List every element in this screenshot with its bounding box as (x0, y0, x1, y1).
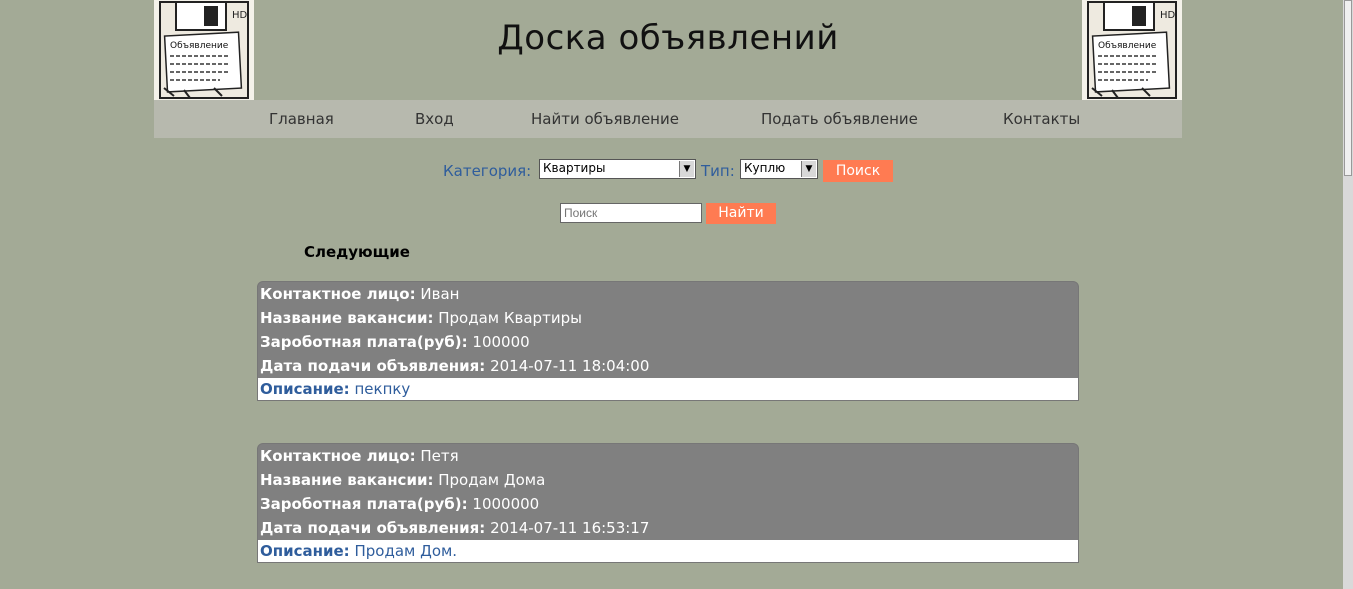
nav-post-ad[interactable]: Подать объявление (761, 110, 918, 128)
type-label: Тип: (701, 162, 735, 180)
floppy-logo-icon: HD Объявление (1087, 1, 1177, 99)
nav-login[interactable]: Вход (415, 110, 454, 128)
listing-date-row: Дата подачи объявления: 2014-07-11 16:53… (260, 519, 650, 537)
listing-card: Контактное лицо: Иван Название вакансии:… (257, 281, 1079, 401)
nav-home[interactable]: Главная (269, 110, 334, 128)
listing-salary-row: Зароботная плата(руб): 1000000 (260, 495, 540, 513)
listing-date-row: Дата подачи объявления: 2014-07-11 18:04… (260, 357, 650, 375)
listing-card: Контактное лицо: Петя Название вакансии:… (257, 443, 1079, 563)
category-select[interactable]: Квартиры ▼ (539, 159, 696, 179)
listing-title-row: Название вакансии: Продам Дома (260, 471, 546, 489)
listing-contact-row: Контактное лицо: Иван (260, 285, 460, 303)
search-input[interactable] (560, 203, 702, 223)
logo-right: HD Объявление (1082, 0, 1182, 100)
listing-salary-row: Зароботная плата(руб): 100000 (260, 333, 530, 351)
nav-contacts[interactable]: Контакты (1003, 110, 1080, 128)
svg-text:Объявление: Объявление (1098, 41, 1157, 51)
find-button[interactable]: Найти (706, 203, 776, 224)
listing-title-row: Название вакансии: Продам Квартиры (260, 309, 582, 327)
chevron-down-icon: ▼ (801, 161, 816, 177)
svg-text:HD: HD (1160, 10, 1176, 21)
main-nav: Главная Вход Найти объявление Подать объ… (154, 100, 1182, 138)
vertical-scrollbar[interactable] (1343, 0, 1353, 589)
nav-find-ad[interactable]: Найти объявление (531, 110, 679, 128)
scrollbar-thumb[interactable] (1344, 0, 1352, 176)
page-container: HD Объявление Доска объявлений HD Объявл… (154, 0, 1182, 589)
next-label: Следующие (304, 243, 410, 261)
page-title: Доска объявлений (497, 18, 839, 58)
listing-description-row: Описание: пекпку (258, 378, 1078, 400)
filter-search-button[interactable]: Поиск (823, 160, 893, 182)
svg-text:HD: HD (232, 10, 248, 21)
filter-bar: Категория: Квартиры ▼ Тип: Куплю ▼ Поиск (154, 159, 1182, 183)
svg-text:Объявление: Объявление (170, 41, 229, 51)
type-select-value: Куплю (744, 161, 786, 175)
listing-description-row: Описание: Продам Дом. (258, 540, 1078, 562)
chevron-down-icon: ▼ (679, 161, 694, 177)
category-select-value: Квартиры (543, 161, 606, 175)
category-label: Категория: (443, 162, 532, 180)
listing-contact-row: Контактное лицо: Петя (260, 447, 459, 465)
type-select[interactable]: Куплю ▼ (740, 159, 818, 179)
floppy-logo-icon: HD Объявление (159, 1, 249, 99)
logo-left: HD Объявление (154, 0, 254, 100)
